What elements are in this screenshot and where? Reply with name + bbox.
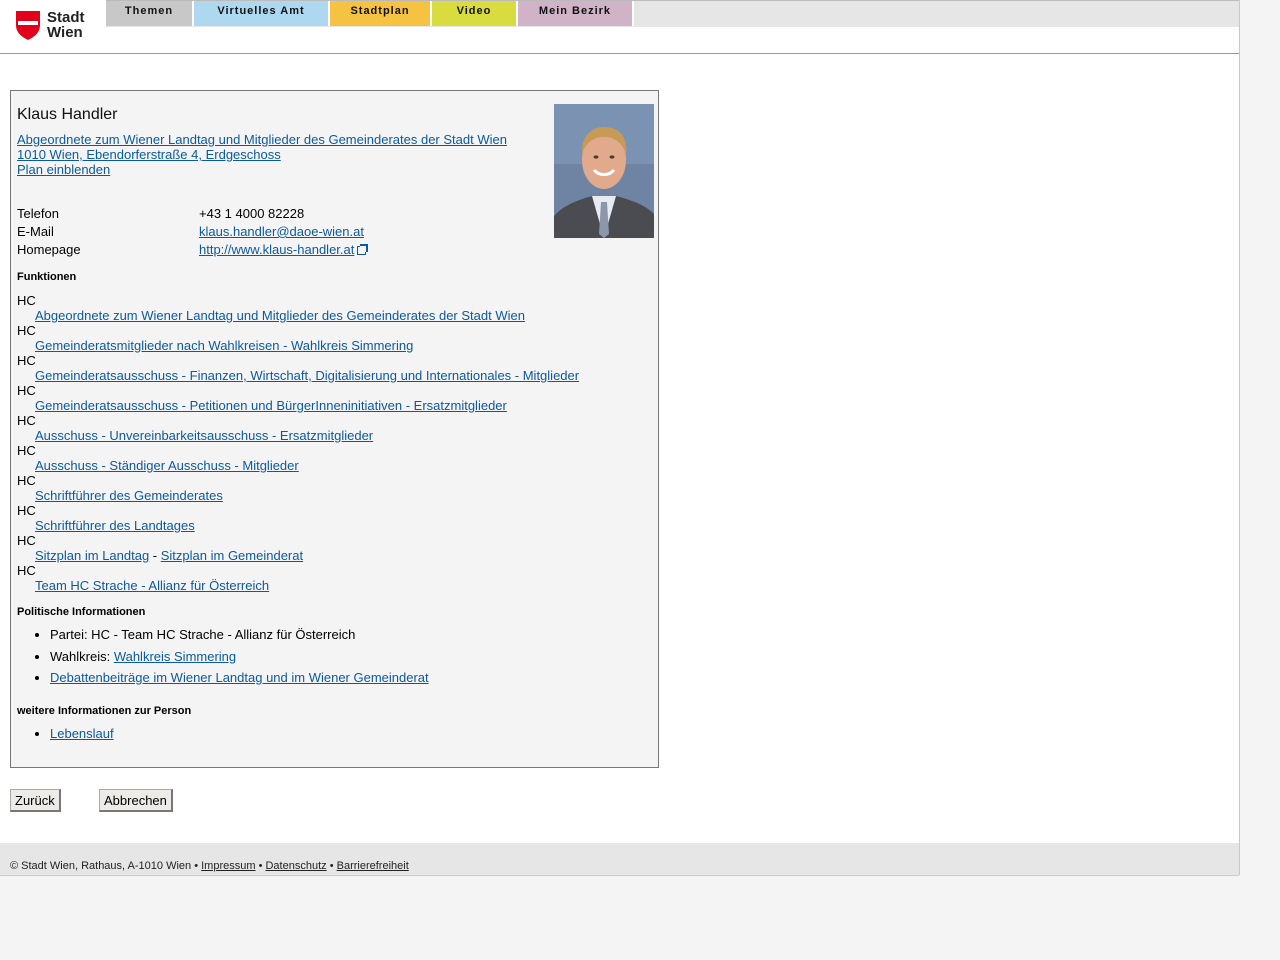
address-block: Abgeordnete zum Wiener Landtag und Mitgl… (17, 132, 507, 177)
function-code: HC (17, 563, 36, 578)
top-navigation: Themen Virtuelles Amt Stadtplan Video Me… (106, 0, 1239, 27)
function-link[interactable]: Team HC Strache - Allianz für Österreich (35, 578, 269, 593)
tab-themen[interactable]: Themen (106, 1, 194, 26)
function-item-seating: HC Sitzplan im Landtag - Sitzplan im Gem… (17, 533, 647, 563)
function-link[interactable]: Ausschuss - Unvereinbarkeitsausschuss - … (35, 428, 373, 443)
person-detail-panel: Klaus Handler Abgeordnete zum Wiener Lan… (10, 90, 659, 768)
more-info-list: Lebenslauf (17, 726, 640, 748)
function-link[interactable]: Schriftführer des Landtages (35, 518, 195, 533)
district-item: Wahlkreis: Wahlkreis Simmering (50, 649, 640, 664)
function-item: HC Team HC Strache - Allianz für Österre… (17, 563, 647, 593)
tab-virtuelles-amt[interactable]: Virtuelles Amt (194, 1, 330, 26)
district-label: Wahlkreis: (50, 648, 114, 664)
function-code: HC (17, 473, 36, 488)
function-code: HC (17, 383, 36, 398)
email-label: E-Mail (17, 224, 54, 239)
function-link[interactable]: Ausschuss - Ständiger Ausschuss - Mitgli… (35, 458, 299, 473)
cv-link[interactable]: Lebenslauf (50, 726, 114, 741)
tab-stadtplan[interactable]: Stadtplan (330, 1, 432, 26)
logo-line-1: Stadt (47, 9, 85, 26)
footer-separator: • (326, 860, 337, 872)
party-item: Partei: HC - Team HC Strache - Allianz f… (50, 627, 640, 642)
political-info-heading: Politische Informationen (17, 606, 146, 618)
coat-of-arms-icon (16, 11, 40, 40)
function-code: HC (17, 323, 36, 338)
contact-table: Telefon +43 1 4000 82228 E-Mail klaus.ha… (17, 206, 517, 260)
seating-separator: - (149, 548, 161, 563)
address-link[interactable]: 1010 Wien, Ebendorferstraße 4, Erdgescho… (17, 147, 507, 162)
footer-separator: • (255, 860, 266, 872)
function-item: HC Abgeordnete zum Wiener Landtag und Mi… (17, 293, 647, 323)
stadt-wien-logo[interactable]: Stadt Wien (16, 10, 96, 42)
function-link[interactable]: Gemeinderatsausschuss - Petitionen und B… (35, 398, 507, 413)
function-item: HC Schriftführer des Landtages (17, 503, 647, 533)
function-code: HC (17, 443, 36, 458)
logo-line-2: Wien (47, 24, 83, 41)
cancel-button[interactable]: Abbrechen (99, 789, 173, 812)
homepage-label: Homepage (17, 242, 81, 257)
district-link[interactable]: Wahlkreis Simmering (114, 649, 236, 664)
debates-link[interactable]: Debattenbeiträge im Wiener Landtag und i… (50, 670, 429, 685)
external-link-icon (357, 244, 369, 255)
datenschutz-link[interactable]: Datenschutz (265, 860, 326, 872)
logo-text: Stadt Wien (47, 10, 85, 40)
functions-heading: Funktionen (17, 271, 77, 283)
function-code: HC (17, 293, 36, 308)
function-link[interactable]: Schriftführer des Gemeinderates (35, 488, 223, 503)
function-link[interactable]: Gemeinderatsausschuss - Finanzen, Wirtsc… (35, 368, 579, 383)
political-info-list: Partei: HC - Team HC Strache - Allianz f… (17, 627, 640, 692)
homepage-value: http://www.klaus-handler.at (199, 242, 369, 257)
contact-row-email: E-Mail klaus.handler@daoe-wien.at (17, 224, 517, 242)
homepage-link[interactable]: http://www.klaus-handler.at (199, 242, 354, 257)
seating-plan-landtag-link[interactable]: Sitzplan im Landtag (35, 548, 149, 563)
cv-item: Lebenslauf (50, 726, 640, 741)
debates-item: Debattenbeiträge im Wiener Landtag und i… (50, 670, 640, 685)
function-code: HC (17, 503, 36, 518)
tab-video[interactable]: Video (432, 1, 518, 26)
function-item: HC Ausschuss - Unvereinbarkeitsausschuss… (17, 413, 647, 443)
function-item: HC Ausschuss - Ständiger Ausschuss - Mit… (17, 443, 647, 473)
function-link[interactable]: Abgeordnete zum Wiener Landtag und Mitgl… (35, 308, 525, 323)
function-item: HC Schriftführer des Gemeinderates (17, 473, 647, 503)
more-info-heading: weitere Informationen zur Person (17, 705, 192, 717)
functions-list: HC Abgeordnete zum Wiener Landtag und Mi… (17, 293, 647, 593)
function-code: HC (17, 533, 36, 548)
show-map-link[interactable]: Plan einblenden (17, 162, 110, 177)
footer-copyright: © Stadt Wien, Rathaus, A-1010 Wien • (10, 860, 202, 872)
barrierefreiheit-link[interactable]: Barrierefreiheit (337, 860, 409, 872)
phone-label: Telefon (17, 206, 59, 221)
seating-links: Sitzplan im Landtag - Sitzplan im Gemein… (35, 548, 303, 563)
footer-text: © Stadt Wien, Rathaus, A-1010 Wien • Imp… (10, 860, 409, 872)
function-code: HC (17, 413, 36, 428)
affiliation-link[interactable]: Abgeordnete zum Wiener Landtag und Mitgl… (17, 132, 507, 147)
contact-row-phone: Telefon +43 1 4000 82228 (17, 206, 517, 224)
tab-mein-bezirk[interactable]: Mein Bezirk (518, 1, 634, 26)
function-item: HC Gemeinderatsausschuss - Finanzen, Wir… (17, 353, 647, 383)
impressum-link[interactable]: Impressum (201, 860, 255, 872)
person-name: Klaus Handler (17, 106, 118, 123)
back-button[interactable]: Zurück (10, 789, 61, 812)
email-link[interactable]: klaus.handler@daoe-wien.at (199, 224, 364, 239)
phone-value: +43 1 4000 82228 (199, 206, 305, 221)
contact-row-homepage: Homepage http://www.klaus-handler.at (17, 242, 517, 260)
function-code: HC (17, 353, 36, 368)
page: Stadt Wien Themen Virtuelles Amt Stadtpl… (0, 0, 1240, 876)
seating-plan-gemeinderat-link[interactable]: Sitzplan im Gemeinderat (161, 548, 303, 563)
function-item: HC Gemeinderatsmitglieder nach Wahlkreis… (17, 323, 647, 353)
function-item: HC Gemeinderatsausschuss - Petitionen un… (17, 383, 647, 413)
footer: © Stadt Wien, Rathaus, A-1010 Wien • Imp… (0, 843, 1239, 876)
function-link[interactable]: Gemeinderatsmitglieder nach Wahlkreisen … (35, 338, 413, 353)
header: Stadt Wien Themen Virtuelles Amt Stadtpl… (0, 0, 1239, 54)
person-photo (554, 104, 654, 238)
